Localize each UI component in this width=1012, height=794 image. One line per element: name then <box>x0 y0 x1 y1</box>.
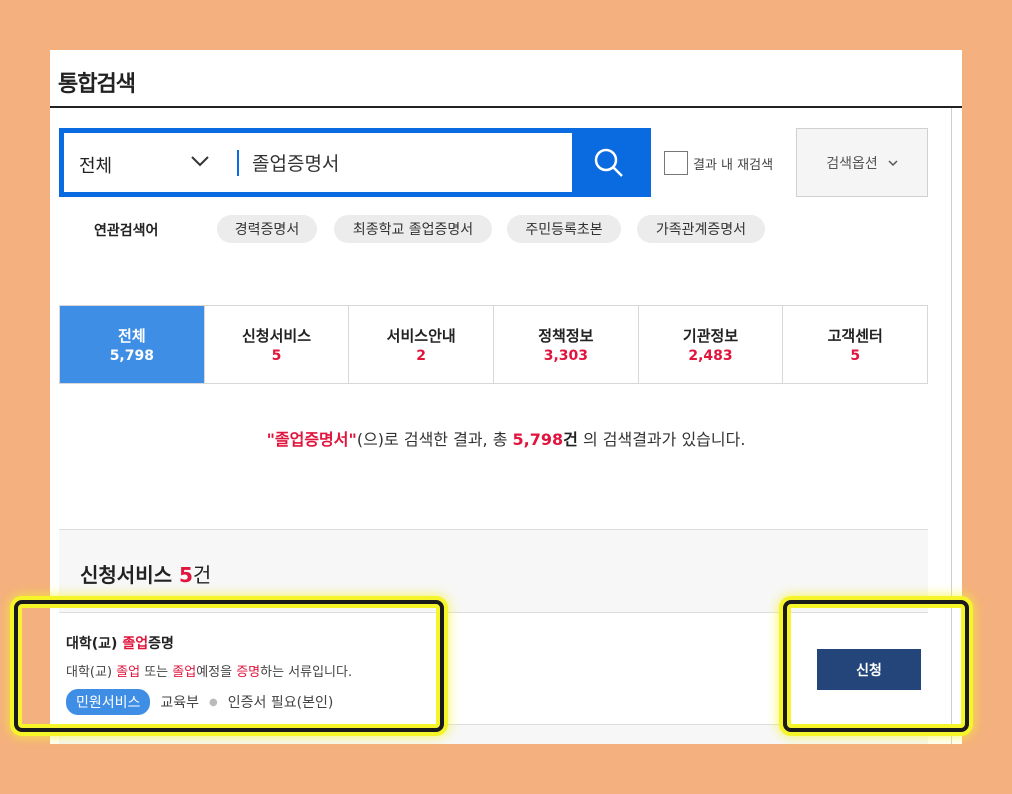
tab-label: 기관정보 <box>682 327 739 345</box>
tab-agency-info[interactable]: 기관정보 2,483 <box>638 306 784 383</box>
annotation-highlight <box>14 600 444 732</box>
search-input[interactable]: 졸업증명서 <box>252 149 339 176</box>
annotation-highlight <box>783 600 969 732</box>
recheck-checkbox[interactable] <box>664 151 688 175</box>
result-summary: "졸업증명서"(으)로 검색한 결과, 총 5,798건 의 검색결과가 있습니… <box>50 426 962 450</box>
related-chip[interactable]: 가족관계증명서 <box>637 215 765 243</box>
tab-label: 전체 <box>118 327 146 345</box>
section-unit: 건 <box>192 563 212 587</box>
tab-count: 3,303 <box>543 348 588 364</box>
tab-count: 5 <box>850 348 861 364</box>
tab-label: 정책정보 <box>538 327 594 345</box>
tab-apply-services[interactable]: 신청서비스 5 <box>204 306 350 383</box>
search-options-label: 검색옵션 <box>826 155 878 172</box>
tab-service-guide[interactable]: 서비스안내 2 <box>349 306 495 383</box>
search-caret <box>237 150 239 176</box>
search-button[interactable] <box>572 133 646 192</box>
related-chip[interactable]: 주민등록초본 <box>507 215 621 243</box>
tab-label: 고객센터 <box>827 327 883 345</box>
tab-count: 5 <box>271 348 282 364</box>
section-title: 신청서비스 5건 <box>80 559 211 588</box>
tab-label: 신청서비스 <box>242 327 312 345</box>
search-icon <box>594 148 623 177</box>
tab-customer-center[interactable]: 고객센터 5 <box>783 306 928 383</box>
scope-select[interactable]: 전체 <box>79 152 112 178</box>
tab-count: 2,483 <box>688 348 733 364</box>
search-options-button[interactable]: 검색옵션 <box>796 128 928 197</box>
chevron-down-icon[interactable] <box>189 150 211 172</box>
recheck-label[interactable]: 결과 내 재검색 <box>693 154 773 173</box>
title-divider <box>50 106 962 108</box>
section-count: 5 <box>178 563 193 587</box>
related-chip[interactable]: 최종학교 졸업증명서 <box>334 215 492 243</box>
summary-unit: 건 <box>563 430 578 449</box>
related-chip[interactable]: 경력증명서 <box>217 215 317 243</box>
section-title-text: 신청서비스 <box>80 563 172 587</box>
tab-policy-info[interactable]: 정책정보 3,303 <box>494 306 639 383</box>
chevron-down-icon <box>888 159 898 166</box>
tab-label: 서비스안내 <box>386 327 456 345</box>
tab-all[interactable]: 전체 5,798 <box>60 306 205 383</box>
summary-text: (으)로 검색한 결과, 총 <box>356 430 513 449</box>
category-tabs: 전체 5,798 신청서비스 5 서비스안내 2 정책정보 3,303 기관정보… <box>59 305 928 384</box>
summary-text: 의 검색결과가 있습니다. <box>577 430 746 449</box>
summary-total: 5,798 <box>512 430 564 449</box>
search-bar: 전체 졸업증명서 <box>59 128 651 197</box>
related-keywords-label: 연관검색어 <box>94 223 159 239</box>
summary-keyword: "졸업증명서" <box>266 430 357 449</box>
tab-count: 2 <box>416 348 427 364</box>
tab-count: 5,798 <box>109 348 154 364</box>
page-title: 통합검색 <box>58 72 136 97</box>
